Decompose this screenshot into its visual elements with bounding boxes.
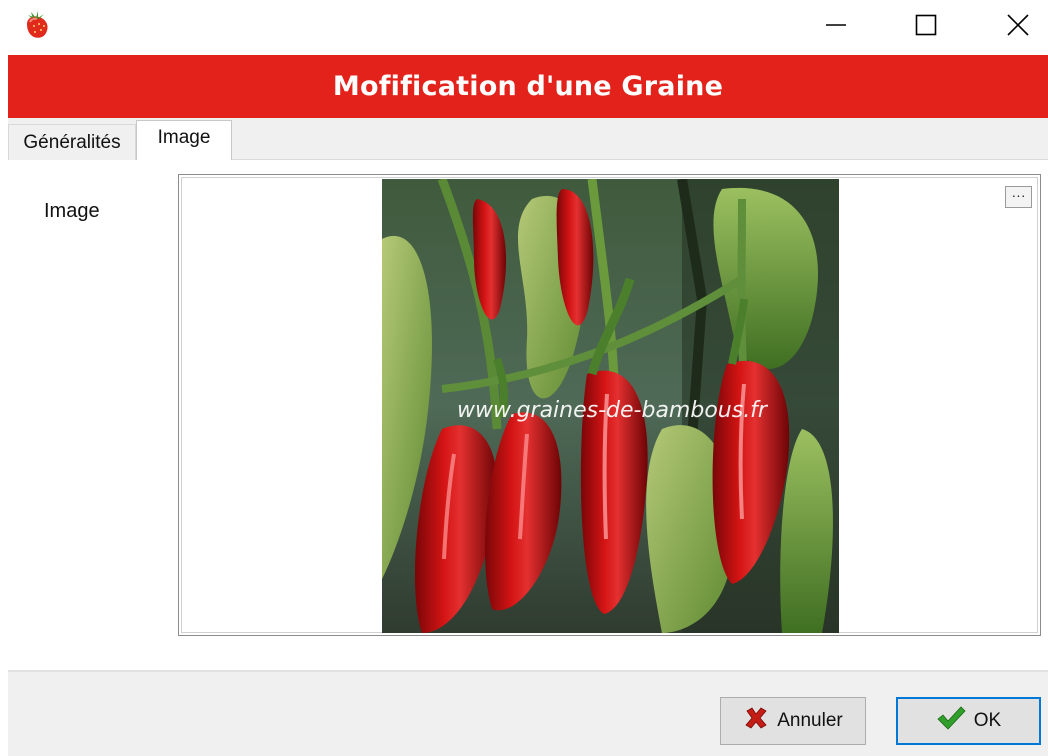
dialog-footer: Annuler OK (8, 670, 1048, 756)
ok-button[interactable]: OK (896, 697, 1041, 745)
form-title: Mofification d'une Graine (332, 71, 724, 102)
form-header: Mofification d'une Graine (8, 55, 1048, 118)
strawberry-icon (20, 8, 54, 42)
image-field-label: Image (44, 200, 100, 222)
close-button[interactable] (988, 0, 1048, 50)
minimize-button[interactable] (806, 0, 866, 50)
close-icon (1007, 14, 1029, 36)
seed-photo: www.graines-de-bambous.fr (382, 179, 839, 633)
tab-generalites[interactable]: Généralités (8, 124, 136, 160)
maximize-icon (915, 14, 937, 36)
browse-button[interactable]: ··· (1005, 186, 1032, 208)
checkmark-icon (936, 705, 966, 737)
image-field[interactable]: www.graines-de-bambous.fr ··· (178, 174, 1041, 636)
maximize-button[interactable] (896, 0, 956, 50)
x-icon (743, 705, 769, 737)
photo-watermark: www.graines-de-bambous.fr (457, 398, 769, 423)
ok-label: OK (973, 710, 1002, 731)
tab-image[interactable]: Image (136, 120, 232, 161)
tab-strip: Généralités Image (8, 118, 1048, 161)
window-titlebar (0, 0, 1048, 50)
minimize-icon (825, 14, 847, 36)
tab-content: Image www.graines-de-bambous.fr ··· (8, 160, 1048, 670)
cancel-button[interactable]: Annuler (720, 697, 866, 745)
cancel-label: Annuler (777, 710, 843, 731)
